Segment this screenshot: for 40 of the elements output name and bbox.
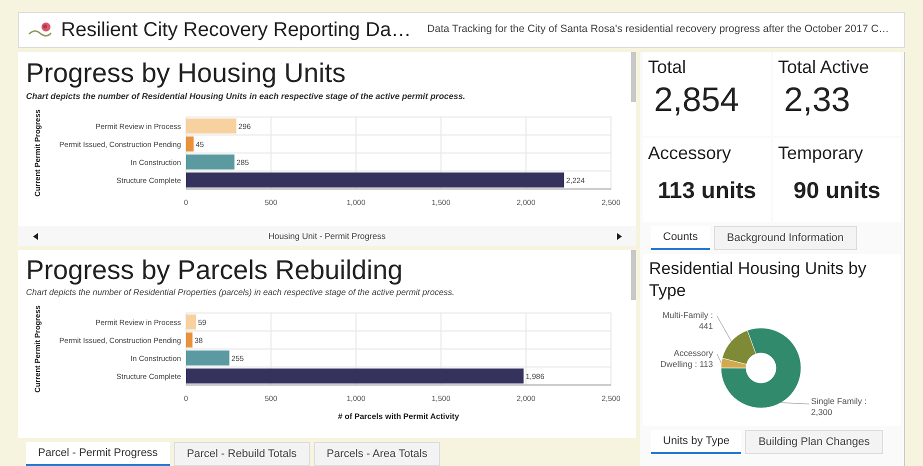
- next-button[interactable]: [614, 230, 624, 242]
- bar[interactable]: [186, 368, 524, 384]
- scrollbar[interactable]: [631, 250, 636, 300]
- tile-value: 113 units: [656, 176, 758, 205]
- dashboard-title: Resilient City Recovery Reporting Da…: [61, 18, 412, 43]
- donut-slice[interactable]: [720, 328, 802, 408]
- slice-label: Accessory Dwelling : 113: [659, 348, 713, 370]
- bar[interactable]: [186, 172, 564, 188]
- tile-value: 90 units: [792, 176, 882, 205]
- leader-line: [780, 402, 810, 404]
- scrollbar[interactable]: [631, 52, 636, 102]
- tile-value: 2,854: [653, 80, 740, 121]
- tile-label: Temporary: [778, 142, 864, 164]
- left-triangle-icon: [32, 232, 38, 240]
- carousel-caption: Housing Unit - Permit Progress: [268, 230, 386, 242]
- leader-line: [716, 354, 722, 364]
- tab[interactable]: Units by Type: [651, 430, 742, 454]
- tab[interactable]: Background Information: [714, 226, 857, 250]
- panel-description: Chart depicts the number of Residential Properties (parcels) in each respective stage of the active permit process.: [26, 286, 456, 299]
- tile-label: Total Active: [778, 56, 870, 78]
- tab[interactable]: Counts: [651, 226, 710, 250]
- tile-value: 2,33: [783, 80, 852, 121]
- right-triangle-icon: [616, 232, 622, 240]
- slice-label: Single Family : 2,300: [811, 396, 868, 418]
- tab[interactable]: Parcel - Permit Progress: [26, 442, 170, 466]
- panel-title: Residential Housing Units by Type: [649, 258, 868, 302]
- tile-label: Accessory: [648, 142, 732, 164]
- tile-label: Total: [648, 56, 688, 78]
- dashboard-subtitle: Data Tracking for the City of Santa Rosa's residential recovery progress after the October 2017 C…: [427, 22, 890, 38]
- panel-title: Progress by Parcels Rebuilding: [26, 254, 404, 286]
- x-axis-title: # of Parcels with Permit Activity: [338, 412, 460, 421]
- panel-description: Chart depicts the number of Residential Housing Units in each respective stage of the active permit process.: [26, 90, 466, 103]
- slice-label: Multi-Family : 441: [661, 310, 713, 332]
- donut-slice[interactable]: [720, 358, 747, 368]
- donut-slice[interactable]: [722, 330, 756, 365]
- tab[interactable]: Building Plan Changes: [745, 430, 883, 454]
- panel-title: Progress by Housing Units: [26, 57, 347, 90]
- leader-line: [716, 316, 732, 342]
- tab[interactable]: Parcels - Area Totals: [314, 442, 440, 466]
- tab[interactable]: Parcel - Rebuild Totals: [174, 442, 310, 466]
